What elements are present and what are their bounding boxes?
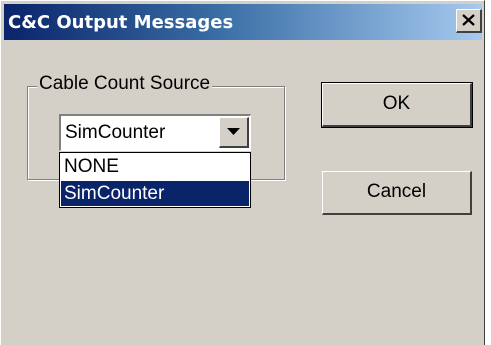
combo-dropdown-list: NONE SimCounter (59, 152, 251, 208)
ok-button[interactable]: OK (321, 82, 473, 128)
close-button[interactable] (456, 9, 482, 33)
combo-selected-value: SimCounter (65, 122, 166, 143)
combo-dropdown-button[interactable] (219, 117, 249, 148)
window-title: C&C Output Messages (8, 12, 234, 33)
group-label: Cable Count Source (37, 72, 213, 96)
title-bar[interactable]: C&C Output Messages (4, 4, 482, 40)
cancel-button[interactable]: Cancel (322, 171, 472, 215)
dropdown-option-simcounter[interactable]: SimCounter (61, 181, 249, 206)
close-icon (462, 14, 475, 26)
chevron-down-icon (227, 128, 240, 135)
dropdown-option-none[interactable]: NONE (61, 154, 249, 179)
dialog-window: C&C Output Messages Cable Count Source S… (0, 0, 485, 345)
cable-count-source-combo[interactable]: SimCounter (59, 114, 251, 151)
